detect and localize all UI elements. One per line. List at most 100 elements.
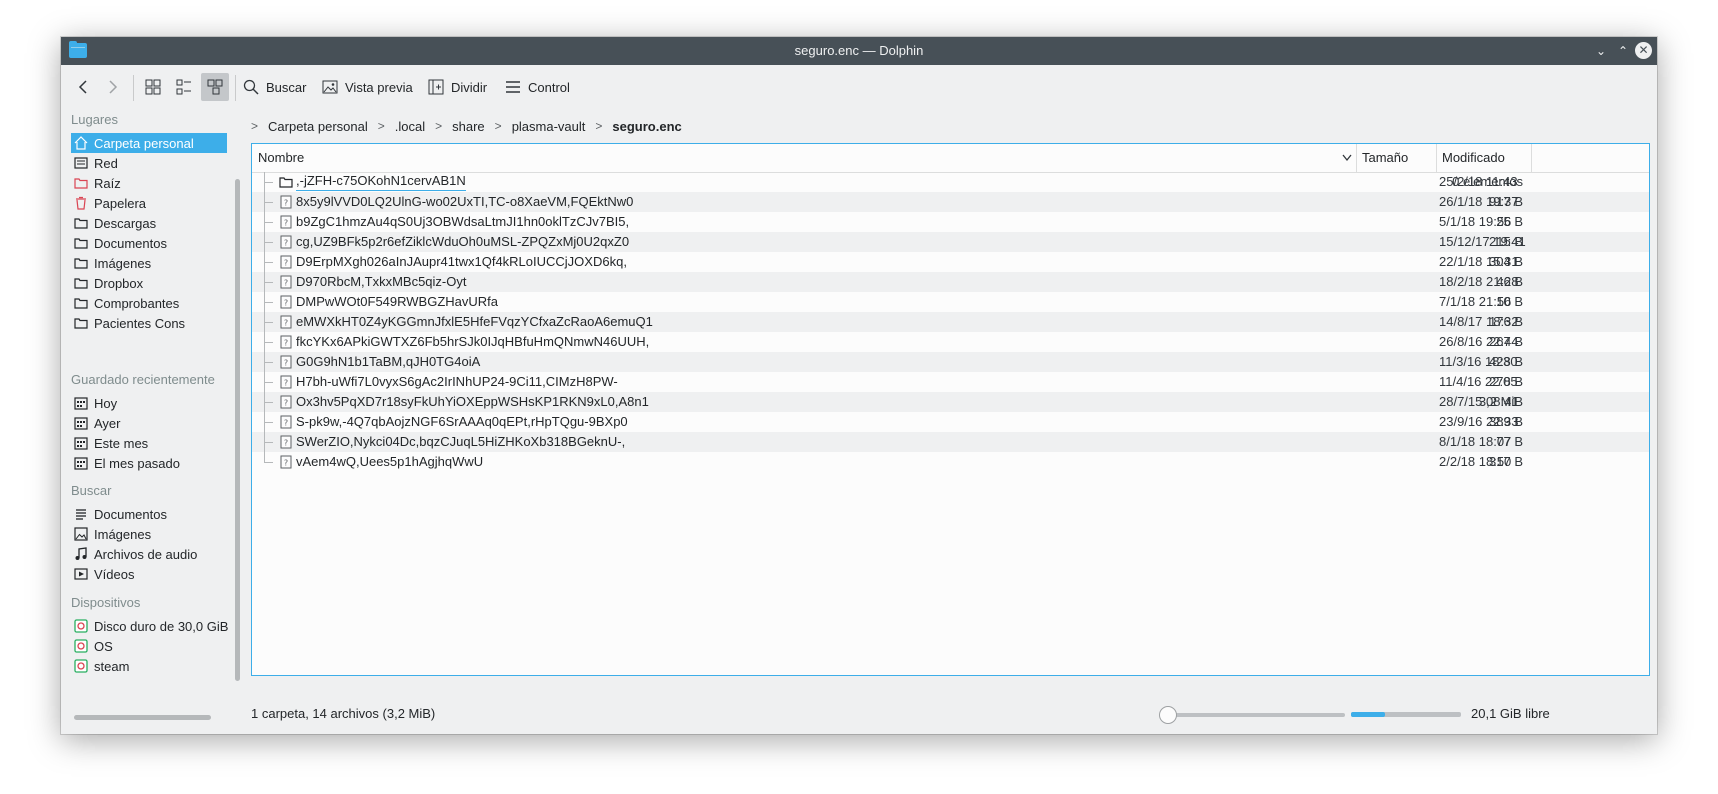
column-divider[interactable] (1531, 144, 1532, 172)
sidebar-item-papelera[interactable]: Papelera (71, 193, 227, 213)
column-size[interactable]: Tamaño (1362, 144, 1408, 172)
file-row[interactable]: ? DMPwWOt0F549RWBGZHavURfa 10 B 7/1/18 21:5… (252, 292, 1649, 312)
svg-text:?: ? (284, 259, 288, 268)
breadcrumb-separator[interactable]: > (495, 119, 502, 133)
breadcrumb-separator[interactable]: > (435, 119, 442, 133)
file-row[interactable]: ? G0G9hN1b1TaBM,qJH0TG4oiA 428 B 11/3/16 18… (252, 352, 1649, 372)
sidebar-item-label: steam (94, 658, 130, 674)
sidebar-item-dropbox[interactable]: Dropbox (71, 273, 227, 293)
sidebar-item-steam[interactable]: steam (71, 656, 227, 676)
sidebar-item-imagenes[interactable]: Imágenes (71, 524, 227, 544)
sidebar-item-raiz[interactable]: Raíz (71, 173, 227, 193)
preview-button[interactable]: Vista previa (322, 73, 413, 101)
file-name: cg,UZ9BFk5p2r6efZiklcWduOh0uMSL-ZPQZxMj0… (296, 234, 630, 249)
sidebar-item-archivos-de-audio[interactable]: Archivos de audio (71, 544, 227, 564)
breadcrumb-separator[interactable]: > (251, 119, 258, 133)
sidebar-item-ayer[interactable]: Ayer (71, 413, 227, 433)
column-divider[interactable] (1436, 144, 1437, 172)
sort-chevron-down-icon[interactable] (1342, 154, 1352, 162)
unknown-file-icon: ? (279, 215, 293, 229)
sidebar-item-este-mes[interactable]: Este mes (71, 433, 227, 453)
toolbar-separator (235, 75, 236, 101)
column-modified[interactable]: Modificado (1442, 144, 1505, 172)
folder-icon (74, 276, 88, 290)
sidebar-item-videos[interactable]: Vídeos (71, 564, 227, 584)
svg-text:?: ? (284, 299, 288, 308)
sidebar-item-comprobantes[interactable]: Comprobantes (71, 293, 227, 313)
sidebar-item-label: El mes pasado (94, 455, 180, 471)
sidebar-item-label: Este mes (94, 435, 149, 451)
free-space-bar[interactable] (1351, 712, 1461, 717)
maximize-button[interactable]: ⌃ (1613, 41, 1633, 61)
unknown-file-icon: ? (279, 195, 293, 209)
breadcrumb: > Carpeta personal > .local > share > pl… (251, 109, 682, 143)
free-space-label: 20,1 GiB libre (1471, 706, 1550, 721)
breadcrumb-home[interactable]: Carpeta personal (268, 119, 368, 134)
sidebar-vertical-scrollbar[interactable] (235, 179, 240, 681)
column-name[interactable]: Nombre (258, 144, 304, 172)
file-row[interactable]: ? vAem4wQ,Uees5p1hAgjhqWwU 317 B 2/2/18 18:… (252, 452, 1649, 472)
tree-line (264, 212, 275, 232)
minimize-button[interactable]: ⌄ (1591, 41, 1611, 61)
sidebar-item-label: Disco duro de 30,0 GiB (94, 618, 229, 634)
tree-line (264, 252, 275, 272)
search-button[interactable]: Buscar (243, 73, 306, 101)
file-name: vAem4wQ,Uees5p1hAgjhqWwU (296, 454, 484, 469)
sidebar-item-disco-duro-de-30-0-gib[interactable]: Disco duro de 30,0 GiB (71, 616, 229, 636)
forward-button[interactable] (101, 73, 125, 101)
file-row[interactable]: ? D9ErpMXgh026aInJAupr41twx1Qf4kRLoIUCCjJ… (252, 252, 1649, 272)
file-name: Ox3hv5PqXD7r18syFkUhYiOXEppWSHsKP1RKN9xL… (296, 394, 649, 409)
tree-line (264, 172, 275, 192)
unknown-file-icon: ? (279, 355, 293, 369)
forward-arrow-icon (109, 80, 118, 94)
file-row[interactable]: ? Ox3hv5PqXD7r18syFkUhYiOXEppWSHsKP1RKN9x… (252, 392, 1649, 412)
zoom-slider-handle[interactable] (1159, 706, 1177, 724)
close-button[interactable]: ✕ (1635, 42, 1652, 59)
file-row[interactable]: ? eMWXkHT0Z4yKGGmnJfxlE5HfeFVqzYCfxaZcRao… (252, 312, 1649, 332)
breadcrumb-current[interactable]: seguro.enc (612, 119, 681, 134)
sidebar-item-el-mes-pasado[interactable]: El mes pasado (71, 453, 227, 473)
sidebar-item-label: Dropbox (94, 275, 144, 291)
icons-view-button[interactable] (139, 73, 167, 101)
file-row[interactable]: ? 8x5y9lVVD0LQ2UlnG-wo02UxTI,TC-o8XaeVM,F… (252, 192, 1649, 212)
breadcrumb-plasma-vault[interactable]: plasma-vault (512, 119, 586, 134)
file-row[interactable]: ? S-pk9w,-4Q7qbAojzNGF6SrAAAq0qEPt,rHpTQg… (252, 412, 1649, 432)
sidebar-item-pacientes-cons[interactable]: Pacientes Cons (71, 313, 227, 333)
file-row[interactable]: ? fkcYKx6APkiGWTXZ6Fb5hrSJk0IJqHBfuHmQNmw… (252, 332, 1649, 352)
sidebar-item-imagenes[interactable]: Imágenes (71, 253, 227, 273)
sidebar-horizontal-scrollbar[interactable] (74, 715, 211, 720)
file-modified: 11/3/16 18:30 (1439, 354, 1518, 369)
control-menu-button[interactable]: Control (505, 73, 570, 101)
sidebar-item-descargas[interactable]: Descargas (71, 213, 227, 233)
folder-icon (74, 256, 88, 270)
file-row[interactable]: ? cg,UZ9BFk5p2r6efZiklcWduOh0uMSL-ZPQZxMj… (252, 232, 1649, 252)
breadcrumb-share[interactable]: share (452, 119, 485, 134)
zoom-slider-track[interactable] (1165, 713, 1345, 717)
breadcrumb-separator[interactable]: > (378, 119, 385, 133)
file-row[interactable]: ? H7bh-uWfi7L0vyxS6gAc2IrINhUP24-9Ci11,CI… (252, 372, 1649, 392)
back-button[interactable] (71, 73, 95, 101)
sidebar-item-documentos[interactable]: Documentos (71, 233, 227, 253)
breadcrumb-separator[interactable]: > (595, 119, 602, 133)
compact-view-button[interactable] (170, 73, 198, 101)
breadcrumb-local[interactable]: .local (395, 119, 425, 134)
places-panel: Lugares Carpeta personal Red Raíz Papelera D… (61, 109, 229, 701)
folder-row[interactable]: ,-jZFH-c75OKohN1cervAB1N 0 elementos 25/2/… (252, 172, 1649, 192)
details-view-button[interactable] (201, 73, 229, 101)
sidebar-item-os[interactable]: OS (71, 636, 227, 656)
file-row[interactable]: ? D970RbcM,TxkxMBc5qiz-Oyt 46 B 18/2/18 21:… (252, 272, 1649, 292)
title-bar[interactable]: seguro.enc — Dolphin ⌄ ⌃ ✕ (61, 37, 1657, 65)
sidebar-item-documentos[interactable]: Documentos (71, 504, 227, 524)
status-bar: 1 carpeta, 14 archivos (3,2 MiB) 20,1 Gi… (251, 701, 1657, 727)
sidebar-item-red[interactable]: Red (71, 153, 227, 173)
tree-line (264, 412, 275, 432)
split-button[interactable]: Dividir (428, 73, 487, 101)
search-icon (243, 79, 259, 95)
sidebar-item-hoy[interactable]: Hoy (71, 393, 227, 413)
sidebar-item-carpeta-personal[interactable]: Carpeta personal (71, 133, 227, 153)
file-row[interactable]: ? SWerZIO,Nykci04Dc,bqzCJuqL5HiZHKoXb318B… (252, 432, 1649, 452)
column-divider[interactable] (1356, 144, 1357, 172)
file-row[interactable]: ? b9ZgC1hmzAu4qS0Uj3OBWdsaLtmJI1hn0oklTzC… (252, 212, 1649, 232)
unknown-file-icon: ? (279, 415, 293, 429)
file-list-view[interactable]: Nombre Tamaño Modificado ,-jZFH-c75OKohN… (251, 143, 1650, 676)
